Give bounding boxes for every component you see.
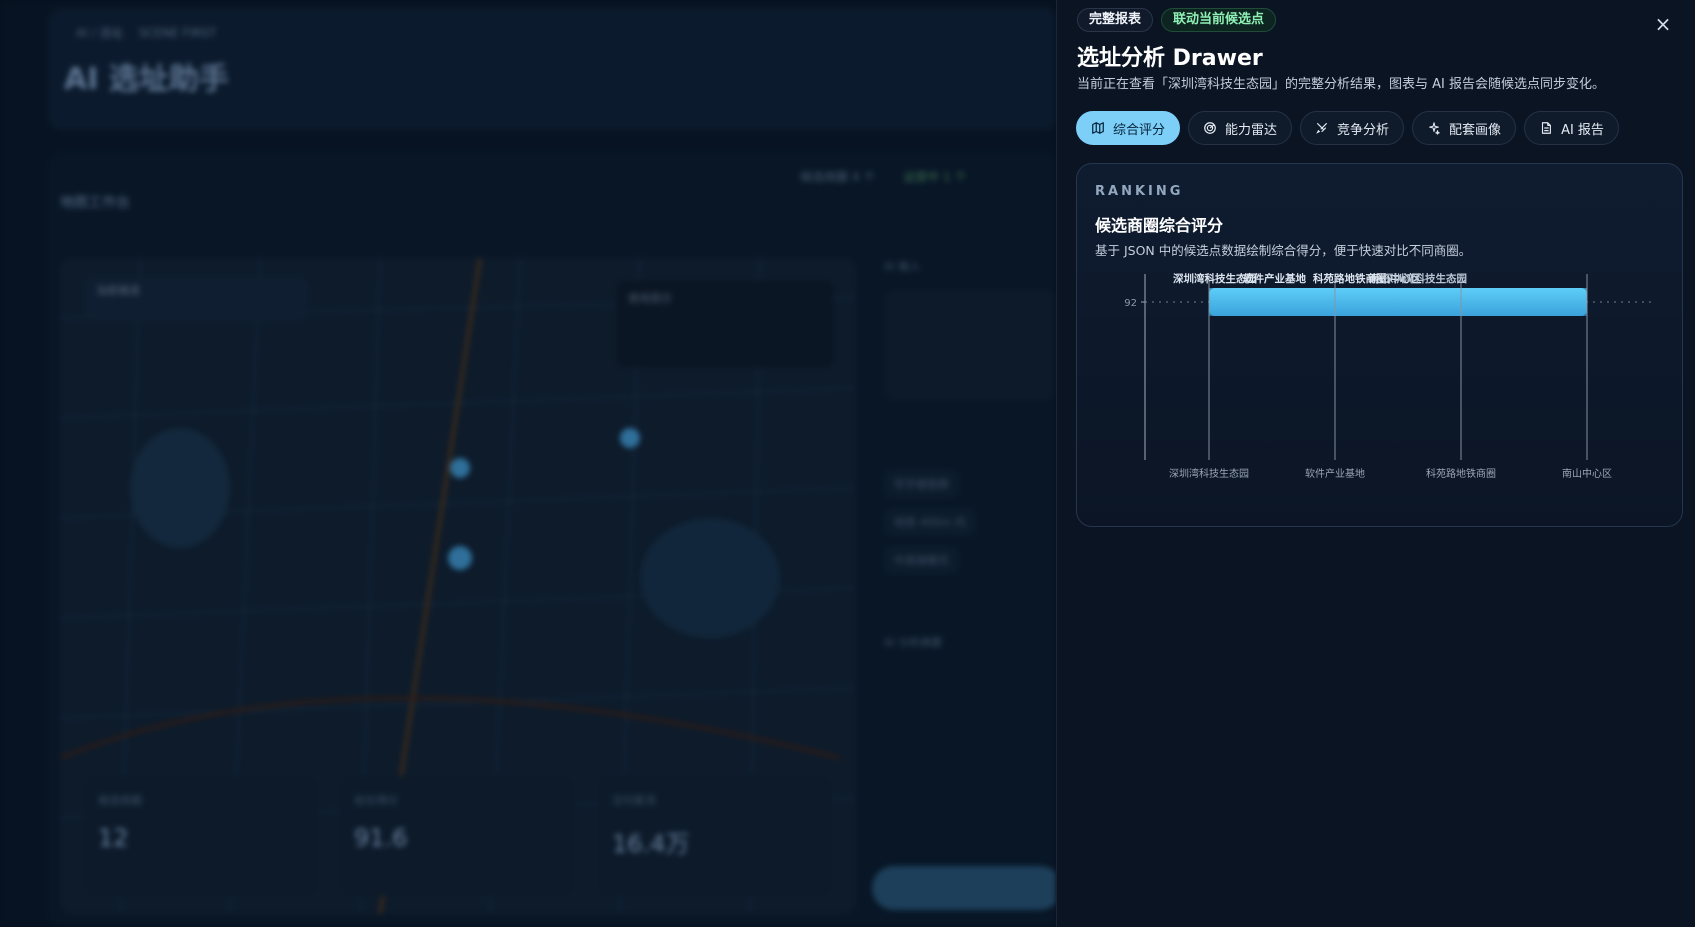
analysis-drawer: 完整报表 联动当前候选点 × 选址分析 Drawer 当前正在查看「深圳湾科技生… xyxy=(1056,0,1695,927)
tab-label: 竞争分析 xyxy=(1337,122,1390,138)
x-tick-label: 南山中心区 xyxy=(1562,467,1612,480)
linked-candidate-chip: 联动当前候选点 xyxy=(1161,8,1277,32)
panel-subtitle: 基于 JSON 中的候选点数据绘制综合得分，便于快速对比不同商圈。 xyxy=(1095,243,1472,258)
document-icon xyxy=(1541,122,1552,134)
bar-segment xyxy=(1461,288,1587,316)
bg-map-overlay: 当前候选 xyxy=(84,276,309,322)
bg-page-title: AI 选址助手 xyxy=(64,62,229,97)
panel-kicker: RANKING xyxy=(1095,184,1184,199)
bg-breadcrumb: AI / 选址 SCENE FIRST xyxy=(76,26,217,40)
bg-kpi-card: 综合得分 91.6 xyxy=(340,776,574,896)
background-app: AI / 选址 SCENE FIRST AI 选址助手 地图工作台 候选商圈 4… xyxy=(0,0,1056,927)
data-label: 深圳湾科技生态园 xyxy=(1383,272,1467,285)
drawer-chips: 完整报表 联动当前候选点 xyxy=(1077,8,1277,32)
drawer-tabs: 综合评分 能力雷达 竞争分析 配套画像 AI 报告 xyxy=(1076,111,1619,145)
bg-card-title: 地图工作台 xyxy=(60,195,130,211)
bg-generate-button xyxy=(872,866,1056,910)
drawer-title: 选址分析 Drawer xyxy=(1077,46,1263,71)
tab-label: 能力雷达 xyxy=(1225,122,1278,138)
tab-ai-report[interactable]: AI 报告 xyxy=(1524,111,1619,145)
bg-stats: 候选商圈 4 个运营中 1 个 xyxy=(800,170,967,184)
score-chart-svg: 92深圳湾科技生态园 软件产业基地 科苑路地铁商圈 南山中心区深圳湾科技生态园软件产业… xyxy=(1124,272,1652,480)
tab-label: 综合评分 xyxy=(1113,122,1166,138)
x-tick-label: 软件产业基地 xyxy=(1305,467,1365,480)
tab-label: 配套画像 xyxy=(1449,122,1502,138)
bg-map-note: 使用提示 xyxy=(616,280,834,368)
close-button[interactable]: × xyxy=(1651,12,1675,36)
score-chart: 92 深圳湾科技生态园 软件产业基地 科苑路地铁商圈 南山中心区 深圳湾科技生态园 软件产业… xyxy=(1077,260,1684,528)
sparkles-icon xyxy=(1429,122,1440,135)
x-tick-label: 深圳湾科技生态园 xyxy=(1169,467,1249,480)
panel-title: 候选商圈综合评分 xyxy=(1095,216,1224,235)
data-label: 软件产业基地 xyxy=(1243,272,1306,285)
tab-label: AI 报告 xyxy=(1561,122,1604,138)
drawer-subtitle: 当前正在查看「深圳湾科技生态园」的完整分析结果，图表与 AI 报告会随候选点同步… xyxy=(1077,77,1605,92)
full-report-chip: 完整报表 xyxy=(1077,8,1154,32)
tab-overall-score[interactable]: 综合评分 xyxy=(1076,111,1181,145)
bg-side-panel: AI 输入 写字楼客群 地铁 400m 内 中高端餐饮 AI 分析摘要 xyxy=(884,258,1056,650)
swords-icon xyxy=(1316,123,1328,134)
map-icon xyxy=(1092,122,1104,134)
ranking-panel: RANKING 候选商圈综合评分 基于 JSON 中的候选点数据绘制综合得分，便… xyxy=(1076,163,1683,527)
tab-capability-radar[interactable]: 能力雷达 xyxy=(1188,111,1293,145)
radar-icon xyxy=(1204,122,1216,134)
y-tick-label: 92 xyxy=(1124,298,1137,309)
bar-segment xyxy=(1209,288,1335,316)
bar-segment xyxy=(1335,288,1461,316)
bg-kpi-card: 候选商圈 12 xyxy=(84,776,318,896)
bg-kpi-card: 日均客流 16.4万 xyxy=(598,776,832,896)
x-tick-label: 科苑路地铁商圈 xyxy=(1426,467,1496,480)
tab-competition[interactable]: 竞争分析 xyxy=(1300,111,1405,145)
tab-amenities[interactable]: 配套画像 xyxy=(1412,111,1517,145)
